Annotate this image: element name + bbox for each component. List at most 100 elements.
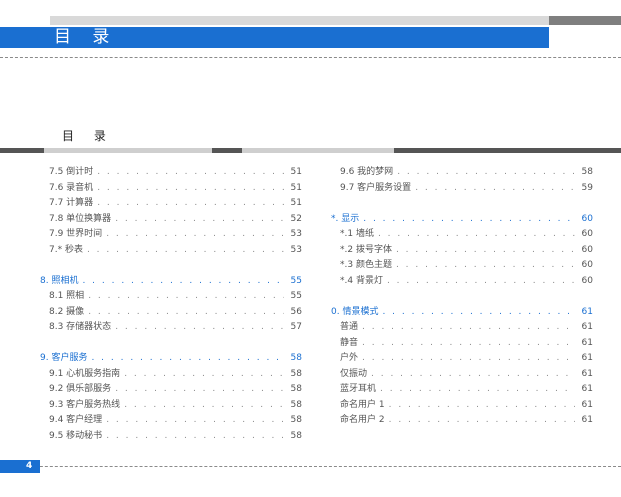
toc-spacer <box>40 335 302 351</box>
toc-entry-row[interactable]: 9.3 客户服务热线 58 <box>40 397 302 413</box>
toc-entry-title: 普通 <box>340 322 359 332</box>
toc-entry-title: 8.3 存储器状态 <box>49 322 112 332</box>
toc-entry-title: *.1 墙纸 <box>340 229 374 239</box>
toc-page-number: 58 <box>290 353 302 363</box>
toc-entry-title: 9. 客户服务 <box>40 353 88 363</box>
toc-entry-title: 7.9 世界时间 <box>49 229 103 239</box>
toc-entry-title: 静音 <box>340 337 359 348</box>
toc-entry-row[interactable]: 静音 61 <box>331 335 593 351</box>
toc-entry-title: 7.8 单位换算器 <box>49 213 112 224</box>
toc-page-number: 55 <box>290 291 302 301</box>
toc-dot-leader <box>389 415 575 425</box>
toc-spacer <box>40 257 302 273</box>
toc-page-number: 58 <box>290 415 302 425</box>
toc-entry-title: 7.6 录音机 <box>49 182 94 193</box>
toc-entry-title: *.2 拨号字体 <box>340 244 392 255</box>
toc-entry-title: 9.4 客户经理 <box>49 415 103 425</box>
toc-entry-title: 9.3 客户服务热线 <box>49 399 121 410</box>
toc-dot-leader <box>396 260 575 270</box>
toc-page-number: 59 <box>581 182 593 193</box>
toc-chapter-row[interactable]: 0. 情景模式 61 <box>331 304 593 320</box>
toc-entry-row[interactable]: 7.5 倒计时 51 <box>40 164 302 180</box>
toc-entry-title: *.4 背景灯 <box>340 275 383 286</box>
toc-page-number: 51 <box>290 167 302 177</box>
toc-page-number: 53 <box>290 229 302 239</box>
toc-entry-row[interactable]: 7.6 录音机 51 <box>40 180 302 196</box>
toc-entry-row[interactable]: 7.8 单位换算器 52 <box>40 211 302 227</box>
toc-entry-row[interactable]: *.2 拨号字体 60 <box>331 242 593 258</box>
toc-dot-leader <box>124 369 284 379</box>
toc-entry-title: 9.5 移动秘书 <box>49 430 103 441</box>
toc-page-number: 58 <box>290 368 302 379</box>
toc-page-number: 58 <box>290 430 302 441</box>
toc-spacer <box>331 195 593 211</box>
toc-dot-leader <box>106 431 284 441</box>
toc-dot-leader <box>382 307 575 317</box>
toc-entry-row[interactable]: 7.9 世界时间 53 <box>40 226 302 242</box>
toc-entry-row[interactable]: *.4 背景灯 60 <box>331 273 593 289</box>
toc-dot-leader <box>389 400 575 410</box>
toc-page-number: 60 <box>581 244 593 255</box>
toc-entry-row[interactable]: 9.1 心机服务指南 58 <box>40 366 302 382</box>
toc-entry-row[interactable]: *.1 墙纸 60 <box>331 226 593 242</box>
toc-entry-title: 9.6 我的梦网 <box>340 167 394 177</box>
toc-entry-row[interactable]: 8.3 存储器状态 57 <box>40 319 302 335</box>
toc-entry-row[interactable]: 8.2 摄像 56 <box>40 304 302 320</box>
toc-page-number: 61 <box>581 337 593 348</box>
toc-chapter-row[interactable]: 9. 客户服务 58 <box>40 350 302 366</box>
separator-dark <box>0 148 44 153</box>
toc-dot-leader <box>87 245 284 255</box>
toc-entry-title: 蓝牙耳机 <box>340 384 377 394</box>
toc-dot-leader <box>371 369 575 379</box>
toc-dot-leader <box>378 229 575 239</box>
toc-dot-leader <box>396 245 575 255</box>
separator-dark <box>212 148 242 153</box>
toc-entry-title: 命名用户 2 <box>340 415 385 425</box>
toc-entry-row[interactable]: 9.6 我的梦网 58 <box>331 164 593 180</box>
toc-page-number: 52 <box>290 213 302 224</box>
toc-page-number: 55 <box>290 275 302 286</box>
toc-chapter-row[interactable]: *. 显示 60 <box>331 211 593 227</box>
toc-entry-row[interactable]: 命名用户 1 61 <box>331 397 593 413</box>
toc-entry-title: 命名用户 1 <box>340 399 385 410</box>
toc-page-number: 60 <box>581 275 593 286</box>
toc-entry-row[interactable]: 9.2 俱乐部服务 58 <box>40 381 302 397</box>
toc-dot-leader <box>363 214 575 224</box>
toc-dot-leader <box>97 198 284 208</box>
toc-left-column: 7.5 倒计时517.6 录音机517.7 计算器517.8 单位换算器527.… <box>40 164 302 443</box>
toc-page-number: 60 <box>581 260 593 270</box>
toc-entry-row[interactable]: 户外 61 <box>331 350 593 366</box>
toc-entry-row[interactable]: 9.4 客户经理 58 <box>40 412 302 428</box>
toc-entry-row[interactable]: 9.7 客户服务设置 59 <box>331 180 593 196</box>
footer-divider <box>0 466 621 467</box>
toc-entry-title: 7.* 秒表 <box>49 244 83 255</box>
toc-dot-leader <box>88 291 284 301</box>
top-decor-block <box>549 16 621 25</box>
toc-page-number: 61 <box>581 399 593 410</box>
toc-page-number: 61 <box>581 322 593 332</box>
toc-entry-row[interactable]: 8.1 照相 55 <box>40 288 302 304</box>
toc-entry-title: *.3 颜色主题 <box>340 260 392 270</box>
toc-entry-row[interactable]: 7.7 计算器 51 <box>40 195 302 211</box>
toc-entry-title: 9.7 客户服务设置 <box>340 182 412 193</box>
toc-page-number: 61 <box>581 384 593 394</box>
separator-light <box>242 148 394 153</box>
toc-page-number: 57 <box>290 322 302 332</box>
toc-page-number: 56 <box>290 306 302 317</box>
toc-entry-row[interactable]: 7.* 秒表 53 <box>40 242 302 258</box>
toc-chapter-row[interactable]: 8. 照相机 55 <box>40 273 302 289</box>
toc-page-number: 61 <box>581 353 593 363</box>
toc-dot-leader <box>97 167 284 177</box>
toc-entry-row[interactable]: 蓝牙耳机 61 <box>331 381 593 397</box>
toc-page-number: 58 <box>581 167 593 177</box>
toc-entry-row[interactable]: 普通 61 <box>331 319 593 335</box>
toc-page-number: 61 <box>581 368 593 379</box>
toc-page-number: 60 <box>581 213 593 224</box>
toc-right-column: 9.6 我的梦网589.7 客户服务设置59*. 显示60*.1 墙纸60*.2… <box>331 164 593 428</box>
toc-entry-row[interactable]: 9.5 移动秘书 58 <box>40 428 302 444</box>
toc-entry-row[interactable]: *.3 颜色主题 60 <box>331 257 593 273</box>
toc-dot-leader <box>106 229 284 239</box>
toc-dot-leader <box>115 214 284 224</box>
toc-entry-row[interactable]: 命名用户 2 61 <box>331 412 593 428</box>
toc-entry-row[interactable]: 仅振动 61 <box>331 366 593 382</box>
